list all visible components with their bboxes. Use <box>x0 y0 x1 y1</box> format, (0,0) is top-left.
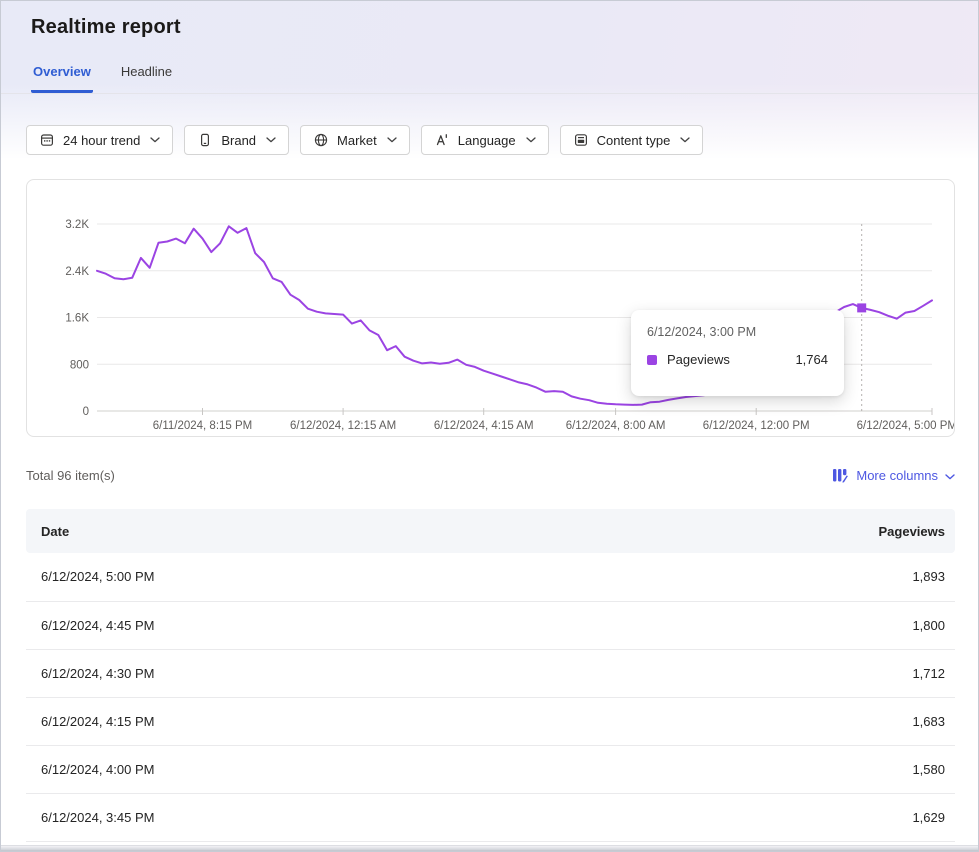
chevron-down-icon <box>526 137 536 143</box>
tooltip-date: 6/12/2024, 3:00 PM <box>647 325 828 339</box>
table-row: 6/12/2024, 3:45 PM1,629 <box>26 793 955 841</box>
chevron-down-icon <box>387 137 397 143</box>
table-row: 6/12/2024, 4:45 PM1,800 <box>26 601 955 649</box>
filter-market-button[interactable]: Market <box>300 125 410 155</box>
realtime-report-page: Realtime report Overview Headline 24 hou… <box>0 0 979 852</box>
chevron-down-icon <box>266 137 276 143</box>
filter-label: Brand <box>221 133 256 148</box>
pageviews-chart-card: 0 800 1.6K 2.4K 3.2K 6/11/2024, 8:15 PM 6/12/2… <box>26 179 955 437</box>
filter-language-button[interactable]: Language <box>421 125 549 155</box>
filter-brand-button[interactable]: Brand <box>184 125 289 155</box>
table-row: 6/12/2024, 4:30 PM1,712 <box>26 649 955 697</box>
series-swatch <box>647 355 657 365</box>
phone-icon <box>197 132 213 148</box>
tab-bar-divider <box>1 93 978 94</box>
y-axis-tick-label: 800 <box>70 359 89 371</box>
tab-bar: Overview Headline <box>31 64 174 93</box>
y-axis-tick-label: 3.2K <box>65 219 89 231</box>
filter-24-hour-trend-button[interactable]: 24 hour trend <box>26 125 173 155</box>
chevron-down-icon <box>150 137 160 143</box>
cell-pageviews: 1,683 <box>491 697 956 745</box>
total-count: Total 96 item(s) <box>26 468 115 483</box>
cell-pageviews: 1,712 <box>491 649 956 697</box>
tooltip-series-label: Pageviews <box>667 352 730 367</box>
content-type-icon <box>573 132 589 148</box>
window-bottom-edge <box>1 845 978 851</box>
tab-headline[interactable]: Headline <box>119 64 174 93</box>
table-toolbar: Total 96 item(s) More columns <box>26 467 955 484</box>
language-icon <box>434 132 450 148</box>
cell-date: 6/12/2024, 4:45 PM <box>26 601 491 649</box>
x-axis-tick-label: 6/12/2024, 5:00 PM <box>857 420 954 432</box>
cell-date: 6/12/2024, 4:15 PM <box>26 697 491 745</box>
hover-marker <box>857 303 866 312</box>
page-title: Realtime report <box>31 16 181 39</box>
column-header-date: Date <box>26 509 491 553</box>
calendar-icon <box>39 132 55 148</box>
filter-bar: 24 hour trend Brand Market Language Content … <box>26 125 703 155</box>
table-row: 6/12/2024, 5:00 PM1,893 <box>26 553 955 601</box>
cell-pageviews: 1,800 <box>491 601 956 649</box>
x-axis-tick-label: 6/12/2024, 12:15 AM <box>290 420 396 432</box>
cell-pageviews: 1,580 <box>491 745 956 793</box>
cell-date: 6/12/2024, 4:00 PM <box>26 745 491 793</box>
column-edit-icon <box>832 467 849 484</box>
cell-pageviews: 1,893 <box>491 553 956 601</box>
x-axis-tick-label: 6/12/2024, 12:00 PM <box>703 420 810 432</box>
table-header: Date Pageviews <box>26 509 955 553</box>
tooltip-series-row: Pageviews 1,764 <box>647 352 828 367</box>
cell-pageviews: 1,629 <box>491 793 956 841</box>
pageviews-line-chart[interactable]: 0 800 1.6K 2.4K 3.2K 6/11/2024, 8:15 PM 6/12/2… <box>27 180 954 436</box>
filter-label: 24 hour trend <box>63 133 140 148</box>
chevron-down-icon <box>945 468 955 483</box>
tab-overview[interactable]: Overview <box>31 64 93 93</box>
x-axis-tick-label: 6/12/2024, 4:15 AM <box>434 420 534 432</box>
filter-label: Content type <box>597 133 671 148</box>
filter-label: Language <box>458 133 516 148</box>
more-columns-button[interactable]: More columns <box>832 467 955 484</box>
table-row: 6/12/2024, 4:15 PM1,683 <box>26 697 955 745</box>
x-axis-tick-label: 6/12/2024, 8:00 AM <box>566 420 666 432</box>
cell-date: 6/12/2024, 3:45 PM <box>26 793 491 841</box>
y-axis-tick-label: 0 <box>83 406 89 418</box>
cell-date: 6/12/2024, 4:30 PM <box>26 649 491 697</box>
chevron-down-icon <box>680 137 690 143</box>
y-axis-tick-label: 2.4K <box>65 266 89 278</box>
table-row: 6/12/2024, 4:00 PM1,580 <box>26 745 955 793</box>
more-columns-label: More columns <box>856 468 938 483</box>
filter-content-type-button[interactable]: Content type <box>560 125 704 155</box>
filter-label: Market <box>337 133 377 148</box>
x-axis-tick-label: 6/11/2024, 8:15 PM <box>153 420 253 432</box>
tooltip-series-value: 1,764 <box>795 352 828 367</box>
y-axis-tick-label: 1.6K <box>65 313 89 325</box>
pageviews-table: Date Pageviews 6/12/2024, 5:00 PM1,8936/… <box>26 509 955 842</box>
globe-icon <box>313 132 329 148</box>
cell-date: 6/12/2024, 5:00 PM <box>26 553 491 601</box>
chart-tooltip: 6/12/2024, 3:00 PM Pageviews 1,764 <box>631 310 844 396</box>
column-header-pageviews: Pageviews <box>491 509 956 553</box>
